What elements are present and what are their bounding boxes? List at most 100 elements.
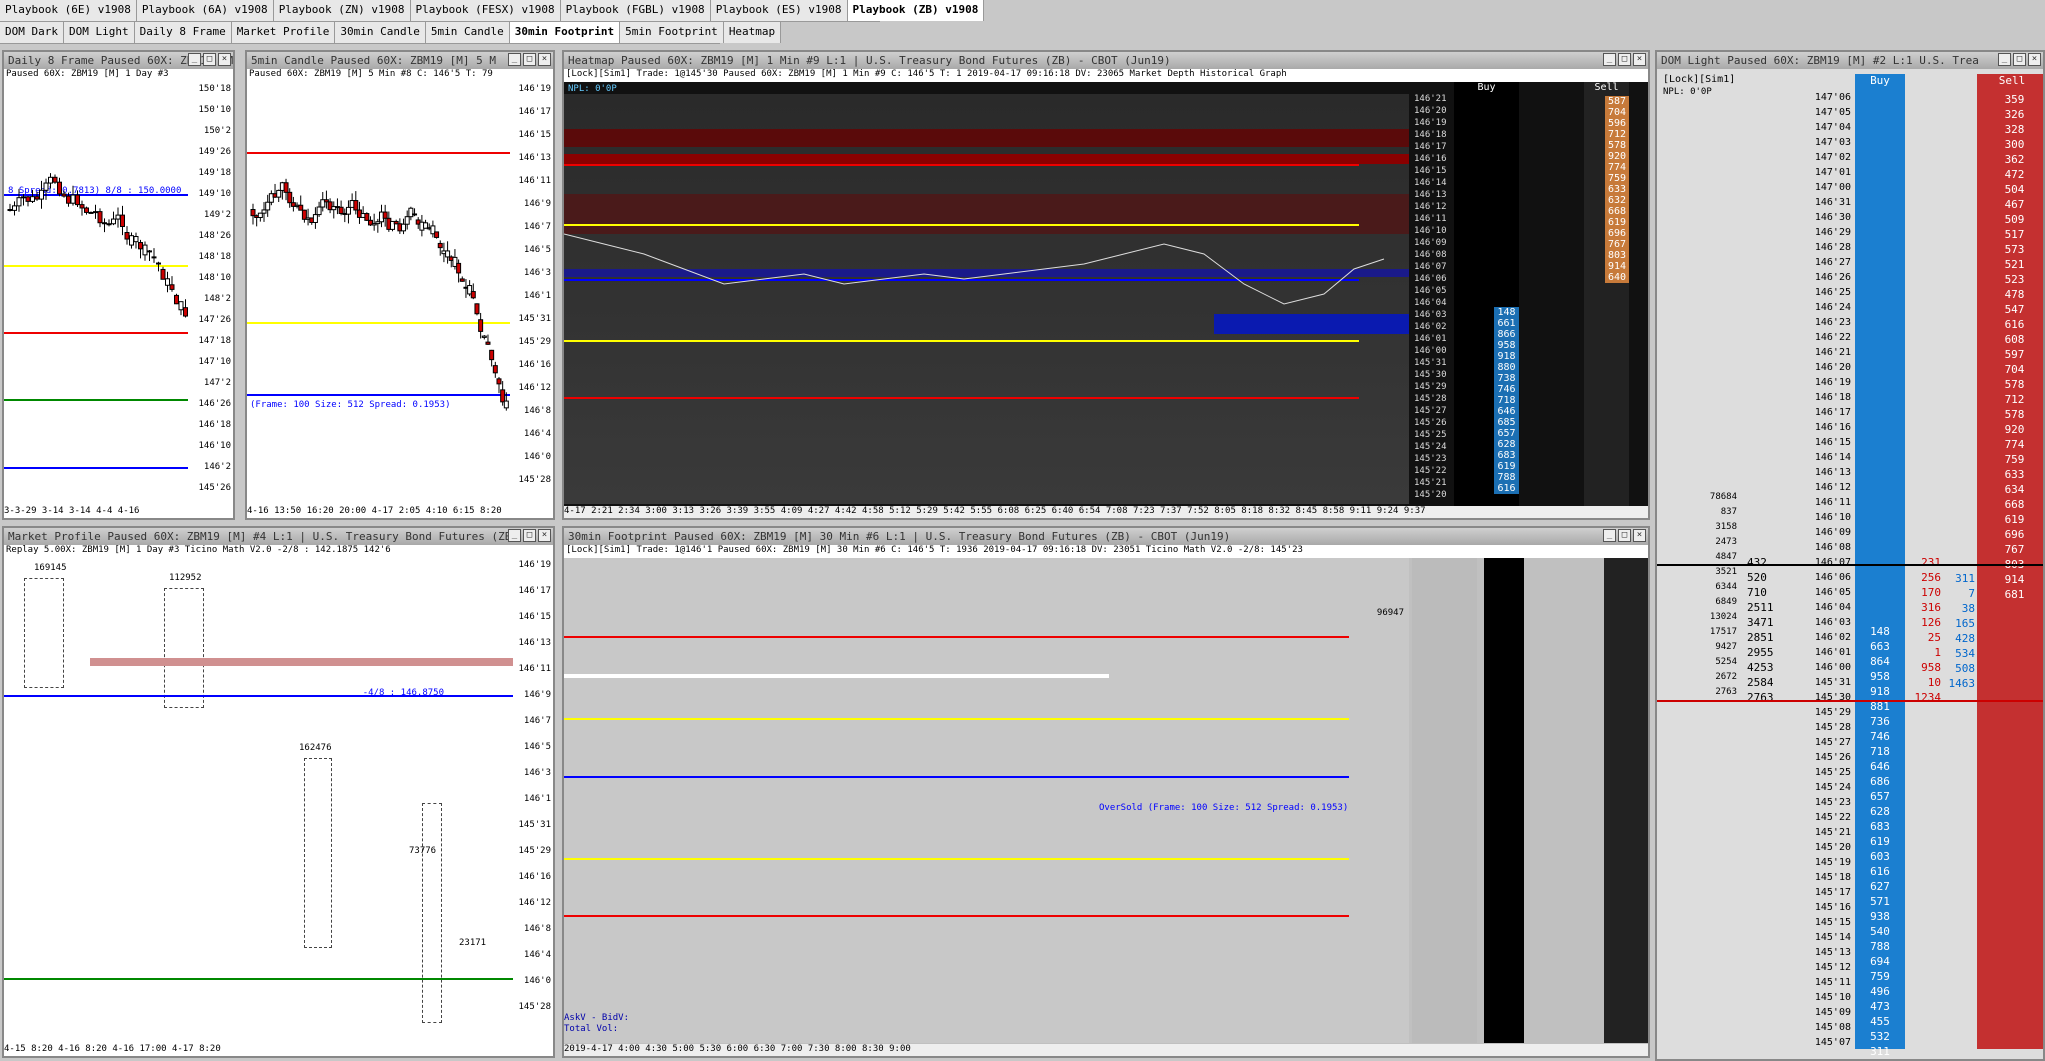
playbook-tab[interactable]: Playbook (FGBL) v1908 bbox=[560, 0, 711, 21]
layout-tab[interactable]: 5min Candle bbox=[425, 22, 510, 43]
layout-tab[interactable]: DOM Dark bbox=[0, 22, 64, 43]
dom-price[interactable]: 145'21 bbox=[1815, 827, 1851, 838]
dom-price[interactable]: 147'03 bbox=[1815, 137, 1851, 148]
layout-tab[interactable]: 30min Candle bbox=[335, 22, 426, 43]
dom-price[interactable]: 146'07 bbox=[1815, 557, 1851, 568]
playbook-tab[interactable]: Playbook (ES) v1908 bbox=[710, 0, 848, 21]
heatmap-window[interactable]: Heatmap Paused 60X: ZBM19 [M] 1 Min #9 L… bbox=[562, 50, 1650, 520]
close-icon[interactable]: × bbox=[218, 53, 231, 66]
playbook-tab[interactable]: Playbook (FESX) v1908 bbox=[410, 0, 561, 21]
window-title[interactable]: Heatmap Paused 60X: ZBM19 [M] 1 Min #9 L… bbox=[564, 52, 1648, 69]
dom-price[interactable]: 146'02 bbox=[1815, 632, 1851, 643]
dom-price[interactable]: 146'31 bbox=[1815, 197, 1851, 208]
minimize-icon[interactable]: _ bbox=[188, 53, 201, 66]
dom-price[interactable]: 146'21 bbox=[1815, 347, 1851, 358]
dom-price[interactable]: 145'10 bbox=[1815, 992, 1851, 1003]
dom-price[interactable]: 146'17 bbox=[1815, 407, 1851, 418]
dom-price[interactable]: 146'14 bbox=[1815, 452, 1851, 463]
dom-price[interactable]: 146'10 bbox=[1815, 512, 1851, 523]
dom-price[interactable]: 145'28 bbox=[1815, 722, 1851, 733]
dom-price[interactable]: 146'09 bbox=[1815, 527, 1851, 538]
maximize-icon[interactable]: □ bbox=[2013, 53, 2026, 66]
dom-price[interactable]: 145'09 bbox=[1815, 1007, 1851, 1018]
dom-price[interactable]: 145'13 bbox=[1815, 947, 1851, 958]
dom-price[interactable]: 145'29 bbox=[1815, 707, 1851, 718]
maximize-icon[interactable]: □ bbox=[1618, 53, 1631, 66]
dom-price[interactable]: 145'20 bbox=[1815, 842, 1851, 853]
dom-price[interactable]: 146'27 bbox=[1815, 257, 1851, 268]
layout-tab[interactable]: 5min Footprint bbox=[620, 22, 724, 43]
layout-tab[interactable]: DOM Light bbox=[63, 22, 135, 43]
dom-price[interactable]: 145'19 bbox=[1815, 857, 1851, 868]
window-title[interactable]: DOM Light Paused 60X: ZBM19 [M] #2 L:1 U… bbox=[1657, 52, 2043, 69]
dom-price[interactable]: 146'03 bbox=[1815, 617, 1851, 628]
close-icon[interactable]: × bbox=[538, 529, 551, 542]
dom-price[interactable]: 146'30 bbox=[1815, 212, 1851, 223]
dom-price[interactable]: 146'04 bbox=[1815, 602, 1851, 613]
layout-tab[interactable]: Daily 8 Frame bbox=[134, 22, 232, 43]
dom-price[interactable]: 145'31 bbox=[1815, 677, 1851, 688]
layout-tab[interactable]: 30min Footprint bbox=[509, 22, 621, 43]
playbook-tab[interactable]: Playbook (6E) v1908 bbox=[0, 0, 137, 21]
dom-price[interactable]: 146'11 bbox=[1815, 497, 1851, 508]
dom-price[interactable]: 147'06 bbox=[1815, 92, 1851, 103]
dom-price[interactable]: 146'06 bbox=[1815, 572, 1851, 583]
dom-price[interactable]: 146'20 bbox=[1815, 362, 1851, 373]
dom-price[interactable]: 146'28 bbox=[1815, 242, 1851, 253]
maximize-icon[interactable]: □ bbox=[203, 53, 216, 66]
dom-price[interactable]: 146'19 bbox=[1815, 377, 1851, 388]
dom-price[interactable]: 146'08 bbox=[1815, 542, 1851, 553]
dom-price[interactable]: 146'29 bbox=[1815, 227, 1851, 238]
footprint-area[interactable]: 96947 OverSold (Frame: 100 Size: 512 Spr… bbox=[564, 558, 1409, 1043]
dom-price[interactable]: 146'13 bbox=[1815, 467, 1851, 478]
window-title[interactable]: Daily 8 Frame Paused 60X: ZBM19 [M] 1 Da… bbox=[4, 52, 233, 69]
maximize-icon[interactable]: □ bbox=[523, 529, 536, 542]
dom-price[interactable]: 146'00 bbox=[1815, 662, 1851, 673]
playbook-tab[interactable]: Playbook (6A) v1908 bbox=[136, 0, 274, 21]
dom-price[interactable]: 146'24 bbox=[1815, 302, 1851, 313]
layout-tab[interactable]: Market Profile bbox=[231, 22, 336, 43]
dom-price[interactable]: 146'23 bbox=[1815, 317, 1851, 328]
window-title[interactable]: 30min Footprint Paused 60X: ZBM19 [M] 30… bbox=[564, 528, 1648, 545]
close-icon[interactable]: × bbox=[538, 53, 551, 66]
dom-price[interactable]: 145'14 bbox=[1815, 932, 1851, 943]
dom-price[interactable]: 147'02 bbox=[1815, 152, 1851, 163]
5min-candle-window[interactable]: 5min Candle Paused 60X: ZBM19 [M] 5 M _ □ ×… bbox=[245, 50, 555, 520]
30min-footprint-window[interactable]: 30min Footprint Paused 60X: ZBM19 [M] 30… bbox=[562, 526, 1650, 1058]
heatmap-area[interactable] bbox=[564, 94, 1409, 504]
dom-price[interactable]: 145'26 bbox=[1815, 752, 1851, 763]
dom-light-window[interactable]: DOM Light Paused 60X: ZBM19 [M] #2 L:1 U… bbox=[1655, 50, 2045, 1061]
dom-price[interactable]: 147'01 bbox=[1815, 167, 1851, 178]
dom-price[interactable]: 146'16 bbox=[1815, 422, 1851, 433]
dom-price[interactable]: 146'05 bbox=[1815, 587, 1851, 598]
dom-price[interactable]: 146'18 bbox=[1815, 392, 1851, 403]
dom-price[interactable]: 146'22 bbox=[1815, 332, 1851, 343]
window-title[interactable]: 5min Candle Paused 60X: ZBM19 [M] 5 M _ □ × bbox=[247, 52, 553, 69]
dom-price[interactable]: 147'05 bbox=[1815, 107, 1851, 118]
maximize-icon[interactable]: □ bbox=[523, 53, 536, 66]
dom-price[interactable]: 146'15 bbox=[1815, 437, 1851, 448]
dom-price[interactable]: 145'18 bbox=[1815, 872, 1851, 883]
profile-area[interactable]: -4/8 : 146.8750 169145 112952 162476 73776 2… bbox=[4, 558, 514, 1043]
dom-price[interactable]: 146'26 bbox=[1815, 272, 1851, 283]
minimize-icon[interactable]: _ bbox=[1998, 53, 2011, 66]
dom-price[interactable]: 145'11 bbox=[1815, 977, 1851, 988]
minimize-icon[interactable]: _ bbox=[1603, 53, 1616, 66]
close-icon[interactable]: × bbox=[1633, 529, 1646, 542]
dom-price[interactable]: 146'25 bbox=[1815, 287, 1851, 298]
dom-price[interactable]: 147'04 bbox=[1815, 122, 1851, 133]
dom-price[interactable]: 145'17 bbox=[1815, 887, 1851, 898]
5min-chart-area[interactable]: (Frame: 100 Size: 512 Spread: 0.1953) bbox=[247, 82, 512, 507]
close-icon[interactable]: × bbox=[2028, 53, 2041, 66]
maximize-icon[interactable]: □ bbox=[1618, 529, 1631, 542]
dom-price[interactable]: 145'27 bbox=[1815, 737, 1851, 748]
playbook-tab[interactable]: Playbook (ZB) v1908 bbox=[847, 0, 985, 21]
dom-price[interactable]: 145'23 bbox=[1815, 797, 1851, 808]
dom-price[interactable]: 146'01 bbox=[1815, 647, 1851, 658]
dom-price[interactable]: 145'08 bbox=[1815, 1022, 1851, 1033]
daily-chart-area[interactable]: 8 Spread: 0.7813) 8/8 : 150.0000 bbox=[4, 82, 192, 507]
dom-price[interactable]: 145'25 bbox=[1815, 767, 1851, 778]
dom-price[interactable]: 145'16 bbox=[1815, 902, 1851, 913]
layout-tab[interactable]: Heatmap bbox=[723, 22, 782, 43]
dom-price[interactable]: 145'24 bbox=[1815, 782, 1851, 793]
